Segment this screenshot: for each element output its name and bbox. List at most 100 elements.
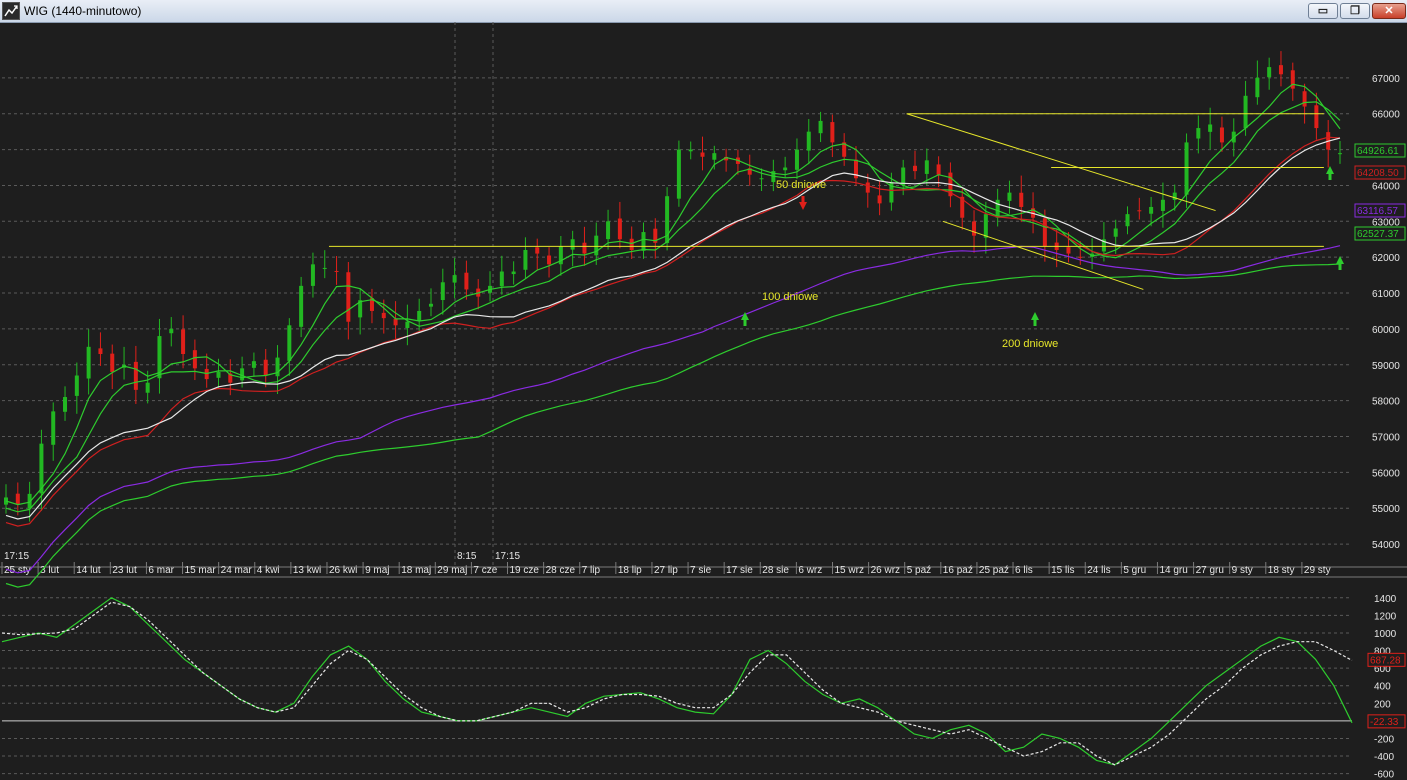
- candle-up: [322, 267, 327, 269]
- candle-up: [287, 325, 292, 361]
- arrow-down-icon: [801, 196, 805, 202]
- osc-value-label: -22.33: [1370, 717, 1399, 728]
- candle-down: [1066, 247, 1071, 254]
- candle-up: [299, 285, 304, 327]
- price-tick-label: 64000: [1372, 181, 1400, 192]
- annotation-label: 200 dniowe: [1002, 338, 1058, 350]
- close-button[interactable]: ✕: [1372, 3, 1406, 19]
- candle-down: [629, 238, 634, 250]
- candle-up: [169, 328, 174, 334]
- candle-up: [1208, 124, 1213, 132]
- candle-up: [806, 131, 811, 151]
- arrow-down-icon: [799, 202, 807, 210]
- candle-down: [865, 182, 870, 193]
- arrow-up-icon: [743, 320, 747, 326]
- candle-up: [794, 149, 799, 170]
- candle-down: [617, 218, 622, 240]
- candle-up: [1172, 192, 1177, 200]
- candle-up: [1007, 192, 1012, 201]
- candle-down: [1019, 192, 1024, 207]
- x-tick-label: 5 paź: [907, 565, 931, 576]
- candle-up: [216, 371, 221, 378]
- price-tick-label: 59000: [1372, 361, 1400, 372]
- candle-up: [440, 282, 445, 301]
- candle-up: [310, 264, 315, 286]
- candle-up: [1160, 199, 1165, 211]
- candle-up: [1255, 77, 1260, 98]
- ma-value-label: 63116.57: [1357, 206, 1398, 217]
- arrow-up-icon: [1326, 166, 1334, 174]
- x-tick-label: 23 lut: [112, 565, 137, 576]
- arrow-up-icon: [1338, 264, 1342, 270]
- candle-up: [688, 149, 693, 152]
- candle-down: [393, 318, 398, 326]
- candle-down: [547, 255, 552, 265]
- candle-up: [1338, 153, 1342, 155]
- candle-down: [110, 353, 115, 372]
- x-tick-label: 24 lis: [1087, 565, 1110, 576]
- candle-down: [1302, 91, 1307, 107]
- candle-up: [606, 221, 611, 240]
- osc-tick-label: 200: [1374, 699, 1391, 710]
- osc-tick-label: 400: [1374, 682, 1391, 693]
- restore-button[interactable]: ❐: [1340, 3, 1370, 19]
- x-tick-label: 19 cze: [510, 565, 540, 576]
- x-tick-label: 15 mar: [185, 565, 217, 576]
- candle-up: [676, 149, 681, 199]
- ma-50-line: [5, 101, 1341, 513]
- candle-up: [499, 271, 504, 287]
- price-tick-label: 55000: [1372, 504, 1400, 515]
- candle-up: [63, 397, 68, 412]
- candle-up: [86, 346, 91, 379]
- candle-down: [1137, 210, 1142, 212]
- ma-200-line: [5, 263, 1341, 588]
- x-tick-label: 7 sie: [690, 565, 712, 576]
- candle-up: [1243, 95, 1248, 129]
- price-tick-label: 61000: [1372, 289, 1400, 300]
- osc-tick-label: 1400: [1374, 594, 1397, 605]
- x-tick-label: 15 wrz: [834, 565, 863, 576]
- minimize-button[interactable]: ▭: [1308, 3, 1338, 19]
- osc-tick-label: -400: [1374, 752, 1394, 763]
- candle-down: [381, 312, 386, 319]
- oscillator-line: [1, 597, 1353, 766]
- candle-up: [1125, 214, 1130, 227]
- time-label: 17:15: [495, 551, 520, 562]
- candle-down: [263, 359, 268, 376]
- candle-down: [98, 348, 103, 354]
- candle-up: [428, 303, 433, 307]
- trendline: [906, 113, 1216, 212]
- x-tick-label: 26 wrz: [871, 565, 900, 576]
- candle-up: [1196, 128, 1201, 139]
- candle-down: [346, 272, 351, 322]
- candle-down: [830, 122, 835, 143]
- x-tick-label: 25 paź: [979, 565, 1009, 576]
- x-tick-label: 3 lut: [40, 565, 59, 576]
- ma-purple-line: [5, 245, 1341, 574]
- candle-down: [1314, 105, 1319, 129]
- minimize-icon: ▭: [1317, 5, 1329, 17]
- arrow-up-icon: [1031, 312, 1039, 320]
- osc-tick-label: -600: [1374, 770, 1394, 780]
- time-label: 17:15: [4, 551, 29, 562]
- candle-down: [15, 493, 20, 505]
- candle-down: [913, 165, 918, 172]
- candle-down: [1078, 256, 1083, 258]
- candle-up: [759, 178, 764, 180]
- price-tick-label: 54000: [1372, 540, 1400, 551]
- candle-down: [192, 350, 197, 369]
- annotation-label: 100 dniowe: [762, 291, 818, 303]
- osc-tick-label: -200: [1374, 734, 1394, 745]
- candle-up: [251, 361, 256, 368]
- candle-up: [405, 321, 410, 328]
- candle-up: [511, 271, 516, 275]
- ma-value-label: 64208.50: [1357, 168, 1399, 179]
- candle-up: [712, 153, 717, 160]
- x-tick-label: 14 gru: [1159, 565, 1187, 576]
- chart-area[interactable]: 54000 55000 56000 57000 58000 59000 60000 61000…: [0, 22, 1407, 780]
- candle-down: [936, 164, 941, 175]
- candle-down: [464, 272, 469, 290]
- x-tick-label: 26 kwi: [329, 565, 357, 576]
- candle-up: [983, 214, 988, 238]
- candle-up: [570, 239, 575, 250]
